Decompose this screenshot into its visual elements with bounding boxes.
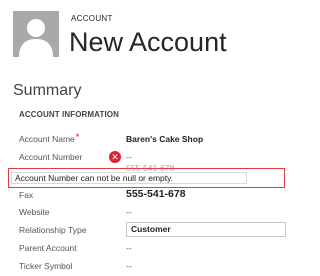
record-title: New Account [69, 27, 227, 57]
field-row-website: Website -- [0, 204, 300, 220]
field-label-account-name: Account Name* [19, 132, 80, 145]
relationship-type-select[interactable]: Customer [126, 222, 286, 237]
field-value-account-name[interactable]: Baren's Cake Shop [126, 131, 203, 147]
required-marker: * [75, 132, 80, 142]
field-label-website: Website [19, 207, 50, 217]
section-title: Summary [13, 82, 82, 99]
field-label-account-number: Account Number [19, 152, 83, 162]
error-message: Account Number can not be null or empty. [11, 172, 247, 184]
field-label-parent-account: Parent Account [19, 243, 77, 253]
field-value-website[interactable]: -- [126, 204, 132, 220]
group-title: ACCOUNT INFORMATION [19, 110, 119, 119]
field-value-relationship-type: Customer [131, 224, 171, 234]
avatar[interactable] [13, 11, 59, 57]
field-value-parent-account[interactable]: -- [126, 240, 132, 256]
person-silhouette-icon [19, 19, 53, 57]
field-row-fax: Fax 555-541-678 [0, 187, 300, 203]
field-value-fax[interactable]: 555-541-678 [126, 186, 186, 202]
field-value-ticker-symbol[interactable]: -- [126, 258, 132, 274]
field-row-account-name: Account Name* Baren's Cake Shop [0, 131, 300, 147]
field-row-parent-account: Parent Account -- [0, 240, 300, 256]
field-label-ticker-symbol: Ticker Symbol [19, 261, 73, 271]
field-row-ticker-symbol: Ticker Symbol -- [0, 258, 300, 274]
field-label-relationship-type: Relationship Type [19, 225, 87, 235]
field-label-fax: Fax [19, 190, 34, 200]
entity-type-label: ACCOUNT [71, 14, 113, 23]
error-x-icon: ✕ [109, 151, 121, 163]
